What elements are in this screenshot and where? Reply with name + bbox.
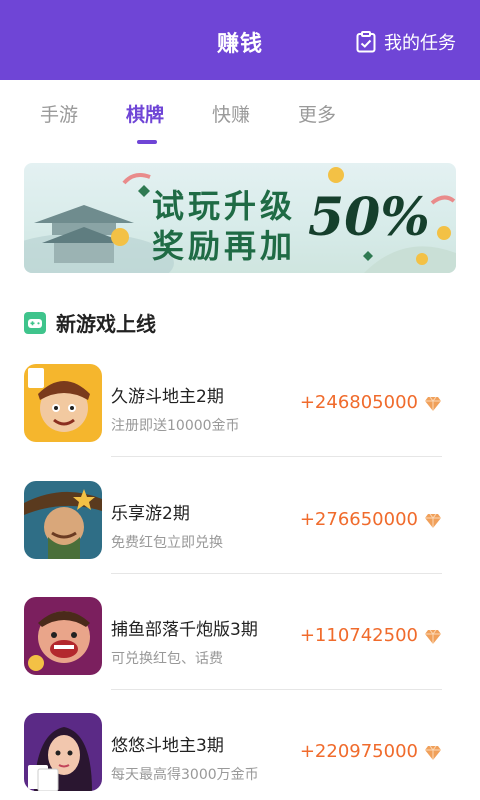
section-title: 新游戏上线 <box>24 308 156 337</box>
game-reward: +246805000 <box>299 392 418 413</box>
gamepad-icon <box>24 311 46 334</box>
diamond-icon <box>425 629 441 644</box>
game-icon-doudizhu <box>24 364 102 442</box>
section-title-text: 新游戏上线 <box>56 312 156 336</box>
game-name: 乐享游2期 <box>111 504 190 524</box>
tab-more[interactable]: 更多 <box>298 100 336 127</box>
game-icon-lexiangyou <box>24 481 102 559</box>
game-reward: +220975000 <box>299 741 418 762</box>
game-desc: 每天最高得3000万金币 <box>111 767 259 783</box>
game-desc: 注册即送10000金币 <box>111 418 240 434</box>
promo-banner[interactable]: 试玩升级 奖励再加 50% <box>24 163 456 273</box>
row-divider <box>111 573 442 574</box>
diamond-icon <box>425 745 441 760</box>
my-task-button[interactable]: 我的任务 <box>356 29 456 55</box>
game-icon-fishing <box>24 597 102 675</box>
game-list-item[interactable]: 悠悠斗地主3期 每天最高得3000万金币 +220975000 <box>24 713 442 800</box>
game-reward: +110742500 <box>299 625 418 646</box>
app-header: 赚钱 我的任务 <box>0 0 480 80</box>
banner-line-2: 奖励再加 <box>152 227 297 265</box>
game-name: 悠悠斗地主3期 <box>111 736 224 756</box>
category-tabs: 手游 棋牌 快赚 更多 <box>0 80 480 146</box>
active-tab-indicator <box>137 140 157 144</box>
game-name: 久游斗地主2期 <box>111 387 224 407</box>
diamond-icon <box>425 513 441 528</box>
game-list-item[interactable]: 乐享游2期 免费红包立即兑换 +276650000 <box>24 481 442 597</box>
banner-percent: 50% <box>308 187 430 248</box>
game-icon-youyou <box>24 713 102 791</box>
diamond-icon <box>425 396 441 411</box>
row-divider <box>111 689 442 690</box>
tab-mobile-games[interactable]: 手游 <box>40 100 78 127</box>
tab-board-games[interactable]: 棋牌 <box>126 100 164 127</box>
game-list-item[interactable]: 捕鱼部落千炮版3期 可兑换红包、话费 +110742500 <box>24 597 442 713</box>
tab-quick-earn[interactable]: 快赚 <box>212 100 250 127</box>
game-desc: 可兑换红包、话费 <box>111 651 223 667</box>
game-name: 捕鱼部落千炮版3期 <box>111 620 258 640</box>
row-divider <box>111 456 442 457</box>
my-task-label: 我的任务 <box>384 33 456 54</box>
game-list-item[interactable]: 久游斗地主2期 注册即送10000金币 +246805000 <box>24 364 442 480</box>
clipboard-check-icon <box>356 31 376 53</box>
game-reward: +276650000 <box>299 509 418 530</box>
game-desc: 免费红包立即兑换 <box>111 535 223 551</box>
